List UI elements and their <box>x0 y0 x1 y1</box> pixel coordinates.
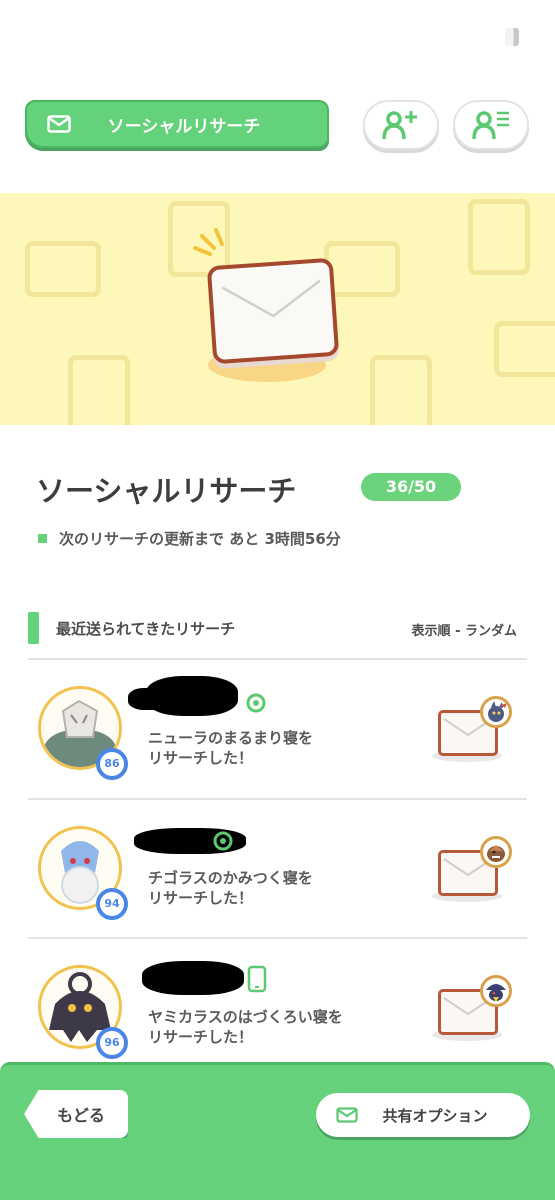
research-count-badge: 36/50 <box>361 473 461 501</box>
message-line: チゴラスのかみつく寝を <box>148 869 313 887</box>
pokemon-badge <box>480 696 512 728</box>
page-title: ソーシャルリサーチ <box>36 474 297 508</box>
pokemon-badge <box>480 836 512 868</box>
research-item[interactable]: 96 ヤミカラスのはづくろい寝を リサーチした！ <box>28 939 527 1077</box>
bg-card-decoration <box>494 321 555 377</box>
research-message: ニューラのまるまり寝を リサーチした！ <box>148 728 313 768</box>
smartphone-icon <box>247 965 267 993</box>
message-line: リサーチした！ <box>148 1028 254 1046</box>
research-item[interactable]: 94 チゴラスのかみつく寝を リサーチした！ <box>28 800 527 938</box>
sparkle-icon <box>193 228 224 256</box>
bg-card-decoration <box>468 199 530 275</box>
section-accent-bar <box>28 612 39 644</box>
pokemon-badge <box>480 975 512 1007</box>
bg-card-decoration <box>324 241 400 297</box>
level-badge: 96 <box>96 1027 128 1059</box>
redacted-username <box>128 688 168 710</box>
research-message: チゴラスのかみつく寝を リサーチした！ <box>148 868 313 908</box>
bullet-square-icon <box>38 534 47 543</box>
sort-order-toggle[interactable]: 表示順 - ランダム <box>412 620 517 639</box>
update-info: 次のリサーチの更新まで あと 3時間56分 <box>38 528 341 549</box>
pokeball-plus-icon <box>213 831 233 851</box>
large-envelope-icon <box>206 257 340 365</box>
section-title: 最近送られてきたリサーチ <box>56 620 236 638</box>
friend-list-icon <box>472 111 509 140</box>
pokeball-plus-icon <box>246 693 266 713</box>
header-title-pill: ソーシャルリサーチ <box>25 100 329 148</box>
bg-card-decoration <box>68 355 130 425</box>
bg-card-decoration <box>25 241 101 297</box>
mail-icon <box>336 1107 358 1123</box>
redacted-username <box>142 961 244 995</box>
bg-card-decoration <box>370 355 432 425</box>
share-options-button[interactable]: 共有オプション <box>316 1093 530 1137</box>
message-line: ヤミカラスのはづくろい寝を <box>148 1008 343 1026</box>
research-message: ヤミカラスのはづくろい寝を リサーチした！ <box>148 1007 343 1047</box>
message-line: リサーチした！ <box>148 749 254 767</box>
message-line: ニューラのまるまり寝を <box>148 729 314 747</box>
add-friend-icon <box>382 111 417 140</box>
update-text: 次のリサーチの更新まで あと 3時間56分 <box>59 530 341 548</box>
level-badge: 94 <box>96 888 128 920</box>
research-item[interactable]: 86 ニューラのまるまり寝を リサーチした！ <box>28 660 527 798</box>
level-badge: 86 <box>96 748 128 780</box>
section-header: 最近送られてきたリサーチ 表示順 - ランダム <box>28 612 527 644</box>
back-button[interactable]: もどる <box>24 1090 128 1138</box>
battery-icon <box>505 28 519 46</box>
friend-list-button[interactable] <box>453 100 529 150</box>
header-title: ソーシャルリサーチ <box>107 116 261 137</box>
add-friend-button[interactable] <box>363 100 439 150</box>
message-line: リサーチした！ <box>148 889 254 907</box>
share-options-label: 共有オプション <box>382 1106 488 1125</box>
mail-icon <box>47 115 71 133</box>
